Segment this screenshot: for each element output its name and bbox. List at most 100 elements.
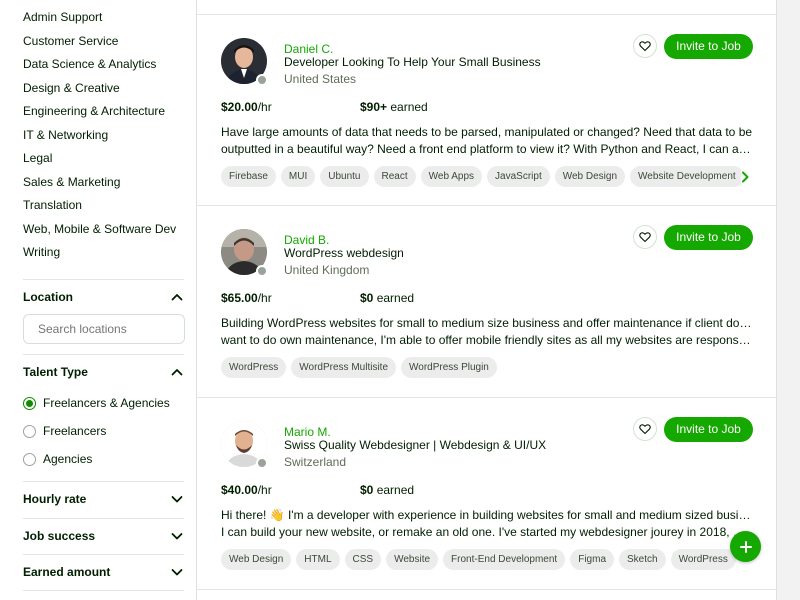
skill-tag[interactable]: WordPress Plugin <box>401 357 497 378</box>
freelancer-headline[interactable]: Developer Looking To Help Your Small Bus… <box>284 55 541 69</box>
save-freelancer-button[interactable] <box>633 34 657 58</box>
add-button[interactable] <box>730 531 761 562</box>
save-freelancer-button[interactable] <box>633 225 657 249</box>
talent-option-agencies[interactable]: Agencies <box>23 445 184 473</box>
chevron-right-icon[interactable] <box>738 170 752 184</box>
search-locations-input[interactable] <box>23 314 185 344</box>
chevron-down-icon <box>170 492 184 506</box>
freelancer-card[interactable]: Mario M. Swiss Quality Webdesigner | Web… <box>197 398 777 590</box>
skill-tag[interactable]: Firebase <box>221 166 276 187</box>
talent-option-label: Agencies <box>43 452 93 466</box>
skill-tag[interactable]: WordPress <box>221 357 287 378</box>
freelancer-country: United States <box>284 72 357 86</box>
description-line: Have large amounts of data that needs to… <box>221 125 753 139</box>
skill-tag[interactable]: WordPress Multisite <box>291 357 397 378</box>
radio-button-selected[interactable] <box>23 396 36 410</box>
skill-tag[interactable]: Website Development <box>630 166 741 187</box>
hourly-rate-filter-title: Hourly rate <box>23 492 87 506</box>
skill-tag[interactable]: Ubuntu <box>320 166 369 187</box>
save-freelancer-button[interactable] <box>633 417 657 441</box>
location-filter-title: Location <box>23 290 73 304</box>
location-filter: Location <box>23 279 185 344</box>
talent-option-label: Freelancers & Agencies <box>43 396 170 410</box>
category-item[interactable]: Design & Creative <box>23 80 196 104</box>
freelancer-description: Hi there! 👋 I'm a developer with experie… <box>221 507 753 541</box>
freelancer-name[interactable]: Daniel C. <box>284 42 333 56</box>
radio-button[interactable] <box>23 424 36 438</box>
category-item[interactable]: Admin Support <box>23 9 196 33</box>
skill-tag[interactable]: WordPress <box>670 549 736 570</box>
category-item[interactable]: Sales & Marketing <box>23 174 196 198</box>
earned-total: $0 earned <box>360 483 414 497</box>
skill-tag[interactable]: JavaScript <box>487 166 550 187</box>
earned-value: $90+ <box>360 100 388 114</box>
skill-tag[interactable]: HTML <box>296 549 340 570</box>
hourly-rate: $40.00/hr <box>221 483 272 497</box>
talent-type-filter: Talent Type Freelancers & Agencies Freel… <box>23 354 184 473</box>
category-item[interactable]: Customer Service <box>23 33 196 57</box>
job-success-filter[interactable]: Job success <box>23 518 184 553</box>
earned-amount-filter[interactable]: Earned amount <box>23 554 184 589</box>
rate-value: $40.00 <box>221 483 258 497</box>
earned-label: earned <box>373 483 415 497</box>
category-item[interactable]: Legal <box>23 150 196 174</box>
skill-tag[interactable]: Figma <box>570 549 615 570</box>
skill-tag[interactable]: MUI <box>280 166 316 187</box>
skill-tag[interactable]: Web Design <box>221 549 292 570</box>
freelancer-card[interactable]: David B. WordPress webdesign United King… <box>197 206 777 398</box>
category-item[interactable]: Web, Mobile & Software Dev <box>23 221 196 245</box>
location-filter-header[interactable]: Location <box>23 280 184 314</box>
category-item[interactable]: Translation <box>23 197 196 221</box>
talent-option-freelancers[interactable]: Freelancers <box>23 417 184 445</box>
skill-tag[interactable]: Website <box>386 549 439 570</box>
freelancer-name[interactable]: David B. <box>284 233 329 247</box>
skill-tag[interactable]: Web Design <box>554 166 626 187</box>
skill-tag[interactable]: Web Apps <box>420 166 483 187</box>
rate-value: $65.00 <box>221 291 258 305</box>
freelancer-headline[interactable]: Swiss Quality Webdesigner | Webdesign & … <box>284 438 546 452</box>
status-dot <box>256 265 268 277</box>
skill-tag[interactable]: React <box>373 166 416 187</box>
earned-label: earned <box>373 291 415 305</box>
invite-to-job-button[interactable]: Invite to Job <box>664 34 753 59</box>
hourly-rate: $20.00/hr <box>221 100 272 114</box>
talent-type-filter-header[interactable]: Talent Type <box>23 355 184 389</box>
heart-icon <box>639 41 651 52</box>
category-item[interactable]: Writing <box>23 244 196 268</box>
plus-icon <box>739 540 752 553</box>
rate-unit: /hr <box>257 483 272 497</box>
skill-tags: WordPress WordPress Multisite WordPress … <box>221 357 741 379</box>
status-dot <box>256 74 268 86</box>
category-item[interactable]: Engineering & Architecture <box>23 103 196 127</box>
skill-tag[interactable]: Sketch <box>619 549 666 570</box>
chevron-down-icon <box>170 565 184 579</box>
job-success-filter-title: Job success <box>23 529 96 543</box>
filter-sidebar: Admin Support Customer Service Data Scie… <box>0 0 197 600</box>
chevron-up-icon <box>170 290 184 304</box>
category-item[interactable]: IT & Networking <box>23 127 196 151</box>
earned-amount-filter-header[interactable]: Earned amount <box>23 555 184 589</box>
chevron-up-icon <box>170 365 184 379</box>
heart-icon <box>639 232 651 243</box>
earned-amount-filter-title: Earned amount <box>23 565 111 579</box>
talent-option-freelancers-agencies[interactable]: Freelancers & Agencies <box>23 389 184 417</box>
hourly-rate-filter[interactable]: Hourly rate <box>23 481 184 516</box>
invite-to-job-button[interactable]: Invite to Job <box>664 417 753 442</box>
freelancer-feed: Daniel C. Developer Looking To Help Your… <box>197 0 777 600</box>
chevron-down-icon <box>170 529 184 543</box>
rate-value: $20.00 <box>221 100 258 114</box>
invite-to-job-button[interactable]: Invite to Job <box>664 225 753 250</box>
hourly-rate-filter-header[interactable]: Hourly rate <box>23 482 184 516</box>
description-line: outputted in a beautiful way? Need a fro… <box>221 142 753 156</box>
skill-tag[interactable]: Front-End Development <box>443 549 566 570</box>
skill-tags: Firebase MUI Ubuntu React Web Apps JavaS… <box>221 166 741 188</box>
job-success-filter-header[interactable]: Job success <box>23 519 184 553</box>
skill-tag[interactable]: CSS <box>344 549 382 570</box>
freelancer-card[interactable]: Daniel C. Developer Looking To Help Your… <box>197 14 777 206</box>
category-item[interactable]: Data Science & Analytics <box>23 56 196 80</box>
freelancer-headline[interactable]: WordPress webdesign <box>284 246 404 260</box>
radio-button[interactable] <box>23 452 36 466</box>
rate-unit: /hr <box>257 291 272 305</box>
freelancer-name[interactable]: Mario M. <box>284 425 331 439</box>
talent-option-label: Freelancers <box>43 424 107 438</box>
